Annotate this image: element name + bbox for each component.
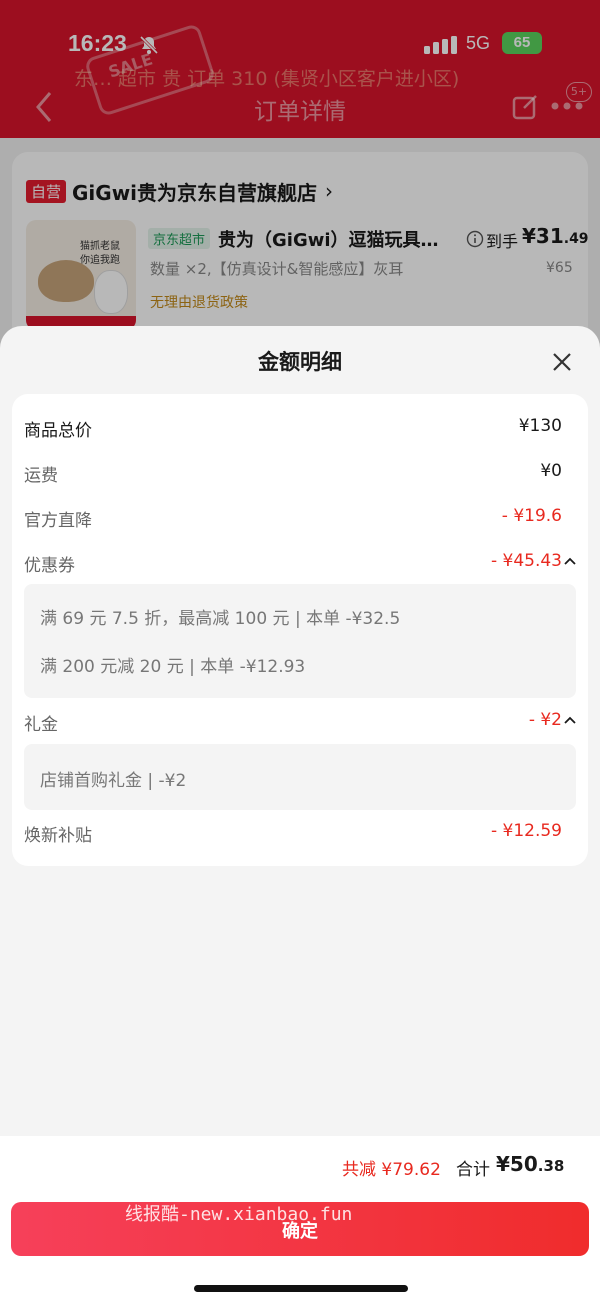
coupon-value: - ¥45.43 [491, 551, 576, 571]
shipping-label: 运费 [24, 466, 58, 486]
gift-money-label: 礼金 [24, 715, 58, 735]
gift-money-value: - ¥2 [529, 710, 576, 730]
gift-detail-box: 店铺首购礼金 | -¥2 [24, 744, 576, 810]
official-discount-value: - ¥19.6 [501, 506, 562, 526]
row-shipping: 运费 ¥0 [24, 457, 576, 487]
row-goods-total: 商品总价 ¥130 [24, 412, 576, 442]
goods-total-value: ¥130 [518, 416, 562, 436]
shipping-value: ¥0 [540, 461, 562, 481]
confirm-button[interactable]: 确定 线报酷-new.xianbao.fun [11, 1202, 589, 1256]
chevron-up-icon[interactable] [564, 557, 576, 565]
official-discount-label: 官方直降 [24, 511, 92, 531]
trade-in-subsidy-value: - ¥12.59 [490, 821, 562, 841]
home-indicator[interactable] [194, 1285, 408, 1292]
trade-in-subsidy-label: 焕新补贴 [24, 826, 92, 846]
watermark: 线报酷-new.xianbao.fun [125, 1204, 353, 1225]
row-gift-money[interactable]: 礼金 - ¥2 [24, 706, 576, 736]
chevron-up-icon[interactable] [564, 716, 576, 724]
coupon-detail-box: 满 69 元 7.5 折，最高减 100 元 | 本单 -¥32.5 满 200… [24, 584, 576, 698]
gift-detail-1: 店铺首购礼金 | -¥2 [40, 771, 187, 791]
row-official-discount: 官方直降 - ¥19.6 [24, 502, 576, 532]
coupon-detail-2: 满 200 元减 20 元 | 本单 -¥12.93 [40, 657, 306, 677]
total-saved: 共减 ¥79.62 [342, 1160, 441, 1180]
goods-total-label: 商品总价 [24, 421, 92, 441]
amount-detail-card: 商品总价 ¥130 运费 ¥0 官方直降 - ¥19.6 优惠券 - ¥45.4… [12, 394, 588, 866]
total-label: 合计 [456, 1160, 490, 1180]
row-coupon[interactable]: 优惠券 - ¥45.43 [24, 547, 576, 577]
amount-detail-sheet: 金额明细 商品总价 ¥130 运费 ¥0 官方直降 - ¥19.6 优惠券 - … [0, 326, 600, 1303]
close-icon[interactable] [548, 348, 576, 376]
total-value: ¥50.38 [496, 1152, 565, 1176]
coupon-detail-1: 满 69 元 7.5 折，最高减 100 元 | 本单 -¥32.5 [40, 609, 401, 629]
sheet-title: 金额明细 [258, 350, 342, 374]
row-trade-in-subsidy: 焕新补贴 - ¥12.59 [24, 817, 576, 847]
coupon-label: 优惠券 [24, 556, 75, 576]
